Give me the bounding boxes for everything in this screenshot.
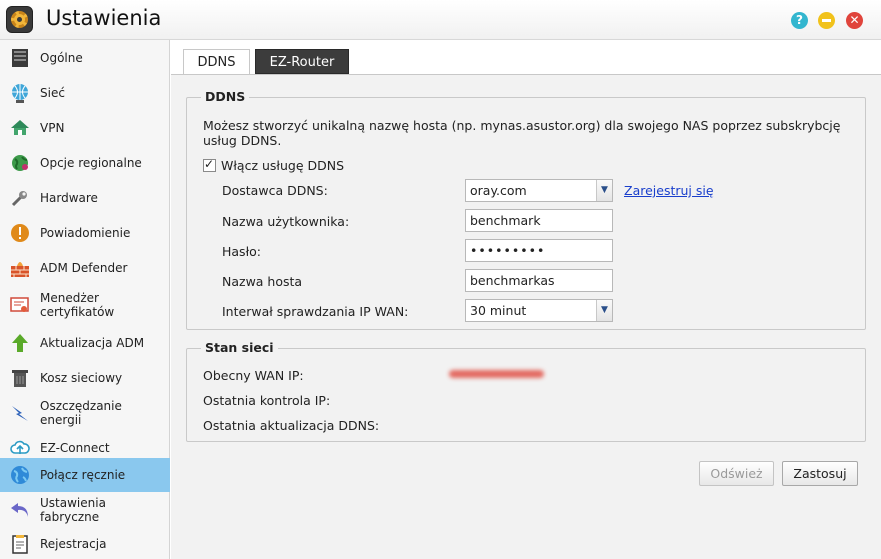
last-ip-check-label: Ostatnia kontrola IP: [203,393,331,408]
close-icon[interactable]: ✕ [846,12,863,29]
sidebar-item-regional-options[interactable]: Opcje regionalne [0,145,170,180]
help-icon[interactable]: ? [791,12,808,29]
tab-ddns[interactable]: DDNS [183,49,250,74]
sidebar-item-adm-update[interactable]: Aktualizacja ADM [0,325,170,360]
password-label: Hasło: [222,244,261,259]
provider-value: oray.com [470,183,527,198]
network-status-section: Stan sieci Obecny WAN IP: Ostatnia kontr… [186,340,866,442]
hostname-input[interactable]: benchmarkas [465,269,613,292]
ddns-legend: DDNS [201,89,250,104]
last-ddns-update-label: Ostatnia aktualizacja DDNS: [203,418,380,433]
wrench-icon [9,187,30,208]
interval-label: Interwał sprawdzania IP WAN: [222,304,409,319]
sidebar-item-registration[interactable]: Rejestracja [0,528,170,559]
chevron-down-icon[interactable]: ▼ [596,300,612,321]
globe-network-icon [9,82,30,103]
sidebar-item-manual-connect[interactable]: Połącz ręcznie [0,458,170,492]
sidebar-item-factory-settings[interactable]: Ustawienia fabryczne [0,492,170,528]
sidebar-item-certificate-manager[interactable]: Menedżer certyfikatów [0,285,170,325]
alert-icon [9,222,30,243]
house-network-icon [9,117,30,138]
settings-gear-icon [6,6,33,33]
certificate-icon [9,295,30,316]
globe-icon [9,465,30,486]
ddns-section: DDNS Możesz stworzyć unikalną nazwę host… [186,89,866,330]
sidebar-item-adm-defender[interactable]: ADM Defender [0,250,170,285]
ddns-description: Możesz stworzyć unikalną nazwę hosta (np… [203,118,841,148]
tab-ez-router[interactable]: EZ-Router [255,49,349,74]
username-input[interactable]: benchmark [465,209,613,232]
minimize-icon[interactable] [818,12,835,29]
register-link[interactable]: Zarejestruj się [624,183,714,198]
window-title: Ustawienia [46,6,162,30]
title-bar: Ustawienia ? ✕ [0,0,881,40]
sidebar-item-network[interactable]: Sieć [0,75,170,110]
sidebar-item-hardware[interactable]: Hardware [0,180,170,215]
enable-ddns-checkbox[interactable] [203,157,216,172]
registration-icon [9,533,30,554]
interval-value: 30 minut [470,303,527,318]
provider-select[interactable]: oray.com ▼ [465,179,613,202]
redacted-wan-ip [449,370,544,378]
enable-ddns-row[interactable]: Włącz usługę DDNS [203,157,345,173]
tab-bar: DDNS EZ-Router [171,40,881,74]
provider-label: Dostawca DDNS: [222,183,328,198]
firewall-icon [9,257,30,278]
upgrade-arrow-icon [9,332,30,353]
region-globe-icon [9,152,30,173]
ddns-panel: DDNS Możesz stworzyć unikalną nazwę host… [171,74,881,559]
sidebar-item-general[interactable]: Ogólne [0,40,170,75]
password-input[interactable]: ••••••••• [465,239,613,262]
chevron-down-icon[interactable]: ▼ [596,180,612,201]
hostname-label: Nazwa hosta [222,274,303,289]
refresh-button[interactable]: Odśwież [699,461,774,486]
sidebar-item-vpn[interactable]: VPN [0,110,170,145]
wan-ip-label: Obecny WAN IP: [203,368,304,383]
apply-button[interactable]: Zastosuj [782,461,858,486]
undo-arrow-icon [9,500,30,521]
sidebar-item-network-recycle-bin[interactable]: Kosz sieciowy [0,360,170,395]
energy-bolt-icon [9,402,30,423]
username-label: Nazwa użytkownika: [222,214,350,229]
interval-select[interactable]: 30 minut ▼ [465,299,613,322]
server-icon [9,47,30,68]
sidebar-item-notification[interactable]: Powiadomienie [0,215,170,250]
cloud-icon [9,437,30,458]
network-status-legend: Stan sieci [201,340,278,355]
sidebar: Ogólne Sieć VPN Opcje regionalne Hardwar… [0,40,170,559]
trash-icon [9,367,30,388]
enable-ddns-label: Włącz usługę DDNS [221,158,345,173]
sidebar-item-energy-saving[interactable]: Oszczędzanie energii [0,395,170,430]
